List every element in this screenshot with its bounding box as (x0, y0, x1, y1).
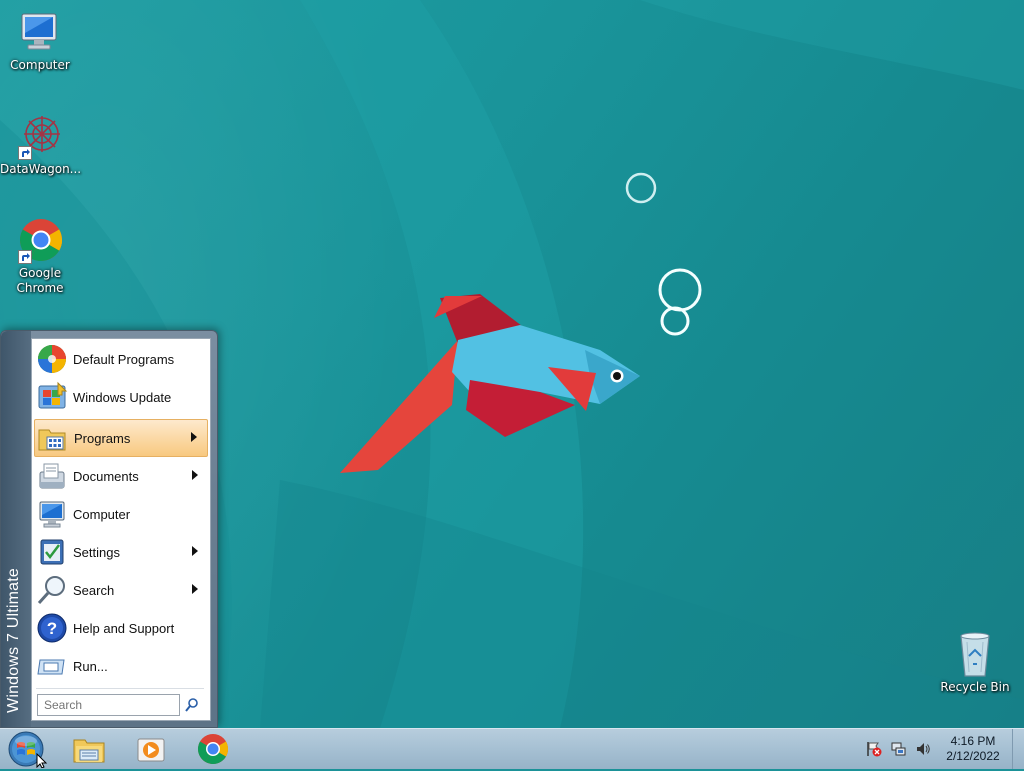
menu-item-settings[interactable]: Settings (34, 534, 208, 570)
menu-item-documents[interactable]: Documents (34, 458, 208, 494)
desktop-icon-computer[interactable]: Computer (0, 8, 80, 73)
volume-icon[interactable] (915, 741, 931, 757)
clock-time: 4:16 PM (950, 734, 996, 748)
start-menu-panel: Default Programs Windows Update Programs… (31, 338, 211, 721)
start-menu: Windows 7 Ultimate Default Programs Wind… (0, 330, 218, 728)
windows-update-icon (36, 381, 68, 413)
edition-label: Windows 7 Ultimate (5, 568, 22, 713)
menu-item-label: Windows Update (73, 389, 172, 405)
computer-icon (16, 8, 64, 56)
file-explorer-icon (73, 739, 105, 763)
submenu-arrow-icon (190, 583, 204, 598)
desktop-icon-label: DataWagon... (0, 162, 82, 176)
datawagon-icon (16, 112, 64, 160)
submenu-arrow-icon (189, 431, 203, 446)
taskbar-chrome[interactable] (195, 731, 231, 767)
submenu-arrow-icon (190, 469, 204, 484)
programs-icon (37, 422, 69, 454)
menu-item-label: Help and Support (73, 620, 175, 636)
taskbar-media-player[interactable] (133, 731, 169, 767)
recycle-bin-icon (951, 630, 999, 678)
clock-date: 2/12/2022 (946, 749, 1000, 763)
menu-item-run[interactable]: Run... (34, 648, 208, 684)
settings-icon (36, 536, 68, 568)
menu-item-label: Programs (74, 430, 131, 446)
menu-item-label: Default Programs (73, 351, 175, 367)
menu-item-windows-update[interactable]: Windows Update (34, 379, 208, 415)
desktop-icon-recycle-bin[interactable]: Recycle Bin (935, 630, 1015, 695)
taskbar-file-explorer[interactable] (71, 731, 107, 767)
mouse-cursor-icon (36, 753, 48, 768)
desktop-icon-google-chrome[interactable]: Google Chrome (0, 216, 80, 296)
menu-item-label: Settings (73, 544, 120, 560)
menu-item-search[interactable]: Search (34, 572, 208, 608)
edition-band: Windows 7 Ultimate (1, 331, 31, 727)
menu-item-label: Search (73, 582, 115, 598)
svg-text:?: ? (47, 619, 57, 638)
desktop-icon-label: Google Chrome (16, 266, 64, 295)
menu-separator (36, 688, 204, 689)
desktop-icon-label: Recycle Bin (940, 680, 1010, 694)
run-icon (36, 650, 68, 682)
documents-icon (36, 460, 68, 492)
menu-item-computer[interactable]: Computer (34, 496, 208, 532)
network-icon[interactable] (891, 741, 907, 757)
taskbar: 4:16 PM 2/12/2022 (0, 728, 1024, 769)
menu-item-default-programs[interactable]: Default Programs (34, 341, 208, 377)
menu-item-label: Run... (73, 658, 108, 674)
search-button-icon[interactable] (184, 697, 200, 713)
show-desktop-button[interactable] (1012, 729, 1024, 769)
shortcut-arrow-icon (18, 146, 32, 160)
help-icon: ? (36, 612, 68, 644)
computer-icon (36, 498, 68, 530)
default-programs-icon (36, 343, 68, 375)
chrome-icon (16, 216, 64, 264)
start-search-input[interactable] (37, 694, 180, 716)
media-player-icon (137, 738, 165, 762)
clock[interactable]: 4:16 PM 2/12/2022 (940, 734, 1006, 764)
menu-item-label: Computer (73, 506, 131, 522)
search-icon (36, 574, 68, 606)
submenu-arrow-icon (190, 545, 204, 560)
desktop-icon-label: Computer (10, 58, 70, 72)
chrome-icon (197, 734, 229, 765)
action-center-flag-icon[interactable] (866, 741, 882, 757)
menu-item-help-and-support[interactable]: ? Help and Support (34, 610, 208, 646)
shortcut-arrow-icon (18, 250, 32, 264)
menu-item-programs[interactable]: Programs (34, 419, 208, 457)
desktop-icon-datawagon[interactable]: DataWagon... (0, 112, 82, 177)
menu-item-label: Documents (73, 468, 139, 484)
